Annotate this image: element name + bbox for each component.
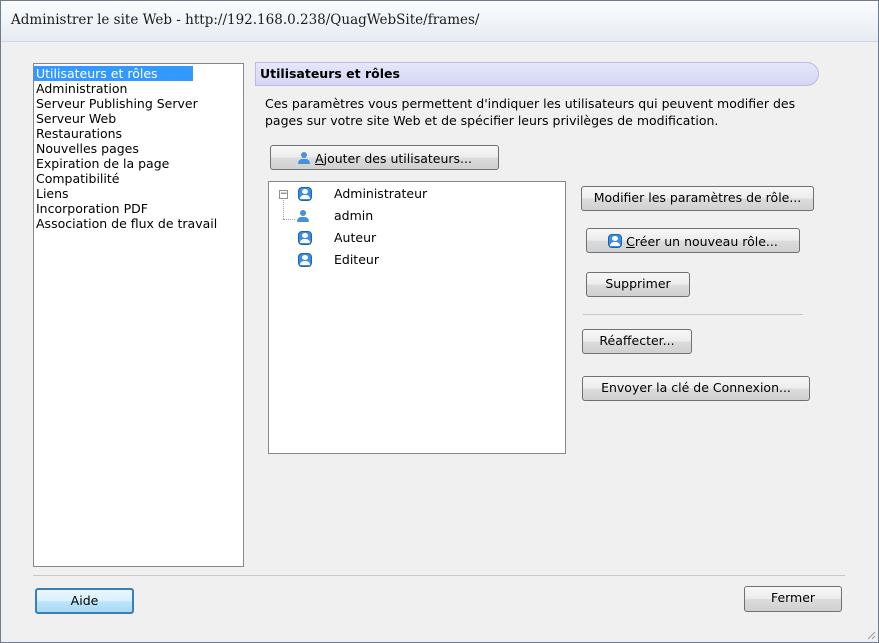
title-bar[interactable]: Administrer le site Web - http://192.168… (1, 1, 878, 42)
tree-node-label: admin (334, 208, 374, 223)
tree-node-admin[interactable]: admin (269, 207, 559, 225)
nav-item-new-pages[interactable]: Nouvelles pages (34, 141, 139, 156)
settings-category-list[interactable]: Utilisateurs et rôles Administration Ser… (33, 63, 244, 567)
user-icon (297, 151, 311, 165)
section-description: Ces paramètres vous permettent d'indique… (265, 96, 796, 128)
separator (583, 314, 803, 315)
nav-item-web-server[interactable]: Serveur Web (34, 111, 116, 126)
user-icon (296, 209, 310, 223)
dialog-body: Utilisateurs et rôles Administration Ser… (11, 48, 865, 633)
nav-item-page-expiration[interactable]: Expiration de la page (34, 156, 169, 171)
tree-node-auteur[interactable]: Auteur (269, 229, 559, 247)
reassign-button[interactable]: Réaffecter... (582, 329, 692, 354)
delete-button[interactable]: Supprimer (586, 272, 690, 297)
roles-tree[interactable]: − Administrateur admin Auteur Editeur (268, 181, 566, 454)
modify-role-settings-button[interactable]: Modifier les paramètres de rôle... (581, 186, 814, 211)
nav-item-users-roles[interactable]: Utilisateurs et rôles (34, 66, 193, 81)
tree-node-label: Editeur (334, 252, 379, 267)
create-role-button[interactable]: Créer un nouveau rôle... (586, 228, 800, 253)
footer-separator (33, 575, 845, 576)
dialog-window: Administrer le site Web - http://192.168… (0, 0, 879, 643)
resize-grip-icon[interactable] (866, 630, 876, 640)
role-icon (298, 187, 312, 201)
role-icon (298, 253, 312, 267)
add-users-button[interactable]: Ajouter des utilisateurs... (270, 145, 499, 170)
nav-item-administration[interactable]: Administration (34, 81, 127, 96)
help-button[interactable]: Aide (35, 588, 134, 614)
tree-node-label: Administrateur (334, 186, 428, 201)
nav-item-compatibility[interactable]: Compatibilité (34, 171, 119, 186)
nav-item-restorations[interactable]: Restaurations (34, 126, 122, 141)
tree-node-editeur[interactable]: Editeur (269, 251, 559, 269)
role-icon (608, 234, 623, 248)
window-title: Administrer le site Web - http://192.168… (11, 12, 480, 28)
nav-item-links[interactable]: Liens (34, 186, 69, 201)
tree-node-administrateur[interactable]: − Administrateur (269, 185, 559, 203)
nav-item-workflow-association[interactable]: Association de flux de travail (34, 216, 217, 231)
nav-item-publishing-server[interactable]: Serveur Publishing Server (34, 96, 198, 111)
close-button[interactable]: Fermer (744, 586, 842, 612)
nav-item-pdf-embedding[interactable]: Incorporation PDF (34, 201, 148, 216)
section-header: Utilisateurs et rôles (255, 62, 819, 86)
collapse-icon[interactable]: − (279, 190, 288, 199)
section-title: Utilisateurs et rôles (260, 66, 400, 81)
role-icon (298, 231, 312, 245)
tree-node-label: Auteur (334, 230, 377, 245)
send-connection-key-button[interactable]: Envoyer la clé de Connexion... (582, 376, 810, 401)
